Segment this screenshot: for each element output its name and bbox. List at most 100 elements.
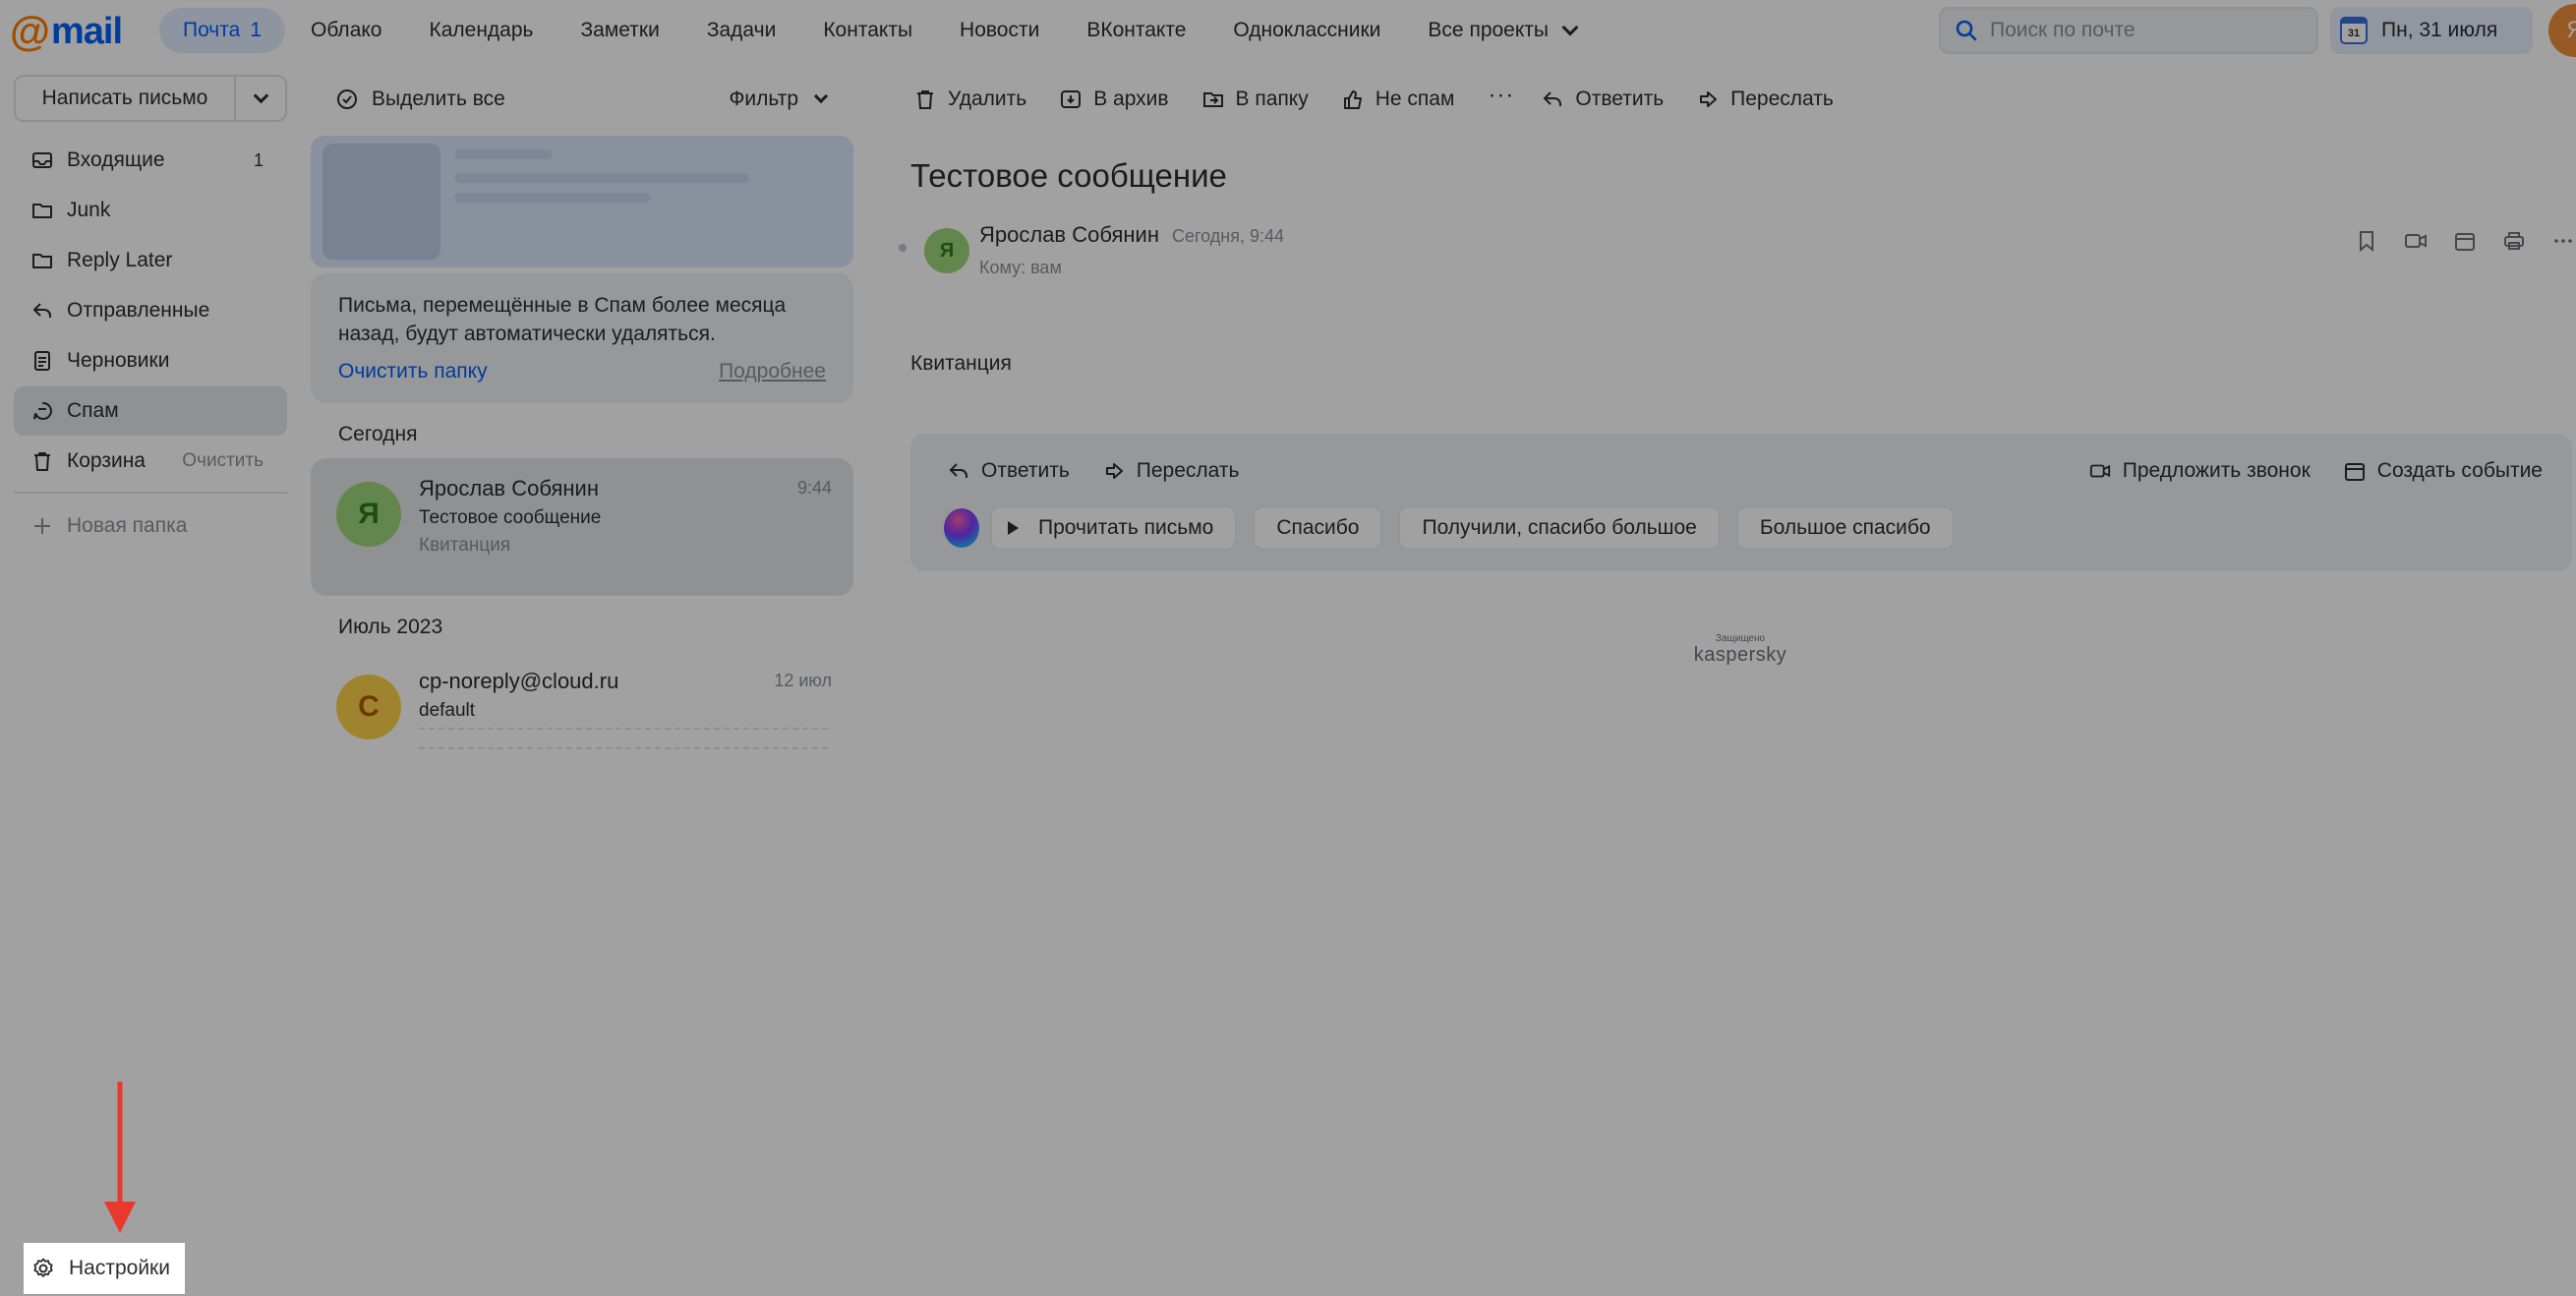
message-snippet-placeholder (419, 728, 828, 767)
nav-all-projects[interactable]: Все проекты (1404, 8, 1600, 53)
nav-ok[interactable]: Одноклассники (1209, 8, 1404, 53)
user-avatar[interactable]: Я (2548, 4, 2576, 57)
reply-button[interactable]: Ответить (948, 459, 1070, 483)
more-actions-button[interactable]: ··· (1488, 82, 1514, 109)
create-event-button[interactable]: Создать событие (2344, 459, 2543, 483)
read-aloud-button[interactable]: Прочитать письмо (991, 506, 1237, 550)
search-input[interactable] (1990, 19, 2305, 42)
folder-reply-later[interactable]: Reply Later (14, 236, 287, 285)
message-snippet: Квитанция (419, 535, 511, 556)
nav-contacts[interactable]: Контакты (799, 8, 936, 53)
suggest-call-label: Предложить звонок (2122, 459, 2311, 482)
folder-sent-label: Отправленные (67, 299, 210, 322)
assistant-orb-icon[interactable] (944, 508, 979, 548)
mail-logo[interactable]: @ mail (10, 8, 123, 55)
more-info-link[interactable]: Подробнее (719, 357, 826, 385)
ad-line (454, 173, 749, 183)
list-item[interactable]: C cp-noreply@cloud.ru default 12 июл (311, 651, 853, 789)
nav-notes[interactable]: Заметки (556, 8, 682, 53)
group-header: Июль 2023 (338, 616, 443, 638)
calendar-icon[interactable] (2452, 228, 2478, 254)
archive-button[interactable]: В архив (1060, 88, 1169, 111)
nav-cloud[interactable]: Облако (287, 8, 405, 53)
move-to-folder-button[interactable]: В папку (1202, 88, 1309, 111)
smart-replies: Прочитать письмо Спасибо Получили, спаси… (944, 506, 1971, 550)
empty-trash-button[interactable]: Очистить (182, 450, 263, 472)
forward-label: Переслать (1136, 459, 1240, 482)
chevron-down-icon (253, 88, 268, 103)
message-sender: Ярослав Собянин (419, 476, 599, 501)
nav-mail[interactable]: Почта 1 (159, 8, 286, 53)
play-icon (1008, 521, 1019, 535)
recipient[interactable]: Кому: вам (979, 258, 1062, 278)
bookmark-icon[interactable] (2354, 228, 2379, 254)
suggest-call-button[interactable]: Предложить звонок (2089, 459, 2311, 483)
nav-news[interactable]: Новости (936, 8, 1063, 53)
message-sender: cp-noreply@cloud.ru (419, 669, 619, 693)
select-all-button[interactable]: Выделить все (372, 88, 505, 111)
print-icon[interactable] (2501, 228, 2527, 254)
message-time: 9:44 (796, 478, 832, 498)
nav-mail-count: 1 (250, 19, 263, 41)
compose-dropdown-button[interactable] (236, 77, 285, 120)
chevron-down-icon (813, 88, 829, 104)
not-spam-button[interactable]: Не спам (1342, 88, 1454, 111)
create-event-label: Создать событие (2376, 459, 2543, 482)
message-subject: default (419, 700, 476, 721)
folder-inbox[interactable]: Входящие 1 (14, 136, 287, 185)
kaspersky-badge: Защищено kaspersky (1691, 633, 1789, 667)
reply-button[interactable]: Ответить (1542, 88, 1664, 111)
nav-tasks[interactable]: Задачи (683, 8, 800, 53)
unread-dot-icon[interactable] (899, 244, 907, 252)
folder-spam[interactable]: Спам (14, 386, 287, 436)
folder-reply-later-label: Reply Later (67, 249, 173, 271)
folder-drafts[interactable]: Черновики (14, 336, 287, 385)
folder-icon (31, 250, 53, 271)
logo-at: @ (10, 8, 50, 54)
filter-label: Фильтр (729, 88, 798, 110)
sent-time: Сегодня, 9:44 (1172, 226, 1285, 246)
nav-calendar[interactable]: Календарь (405, 8, 556, 53)
compose-control: Написать письмо (14, 75, 287, 122)
message-time: 12 июл (774, 671, 832, 690)
folder-sent[interactable]: Отправленные (14, 286, 287, 335)
folder-divider (14, 492, 287, 494)
more-icon[interactable] (2550, 228, 2576, 254)
sender-name[interactable]: Ярослав Собянин (979, 222, 1159, 248)
quick-reply-chip[interactable]: Получили, спасибо большое (1399, 506, 1720, 550)
message-list: Выделить все Фильтр Письма, перемещённые… (311, 75, 853, 783)
forward-label: Переслать (1730, 88, 1834, 110)
video-call-icon (2089, 460, 2111, 482)
nav-vk[interactable]: ВКонтакте (1063, 8, 1209, 53)
list-item[interactable]: Я Ярослав Собянин Тестовое сообщение Кви… (311, 458, 853, 596)
quick-reply-chip[interactable]: Спасибо (1254, 506, 1382, 550)
folder-junk[interactable]: Junk (14, 186, 287, 235)
video-call-icon[interactable] (2403, 228, 2429, 254)
reading-pane: Удалить В архив В папку Не спам ··· Отве… (865, 75, 2576, 666)
folder-trash[interactable]: Корзина Очистить (14, 437, 287, 486)
ad-banner-placeholder[interactable] (311, 136, 853, 267)
message-subject: Тестовое сообщение (419, 507, 602, 528)
protected-label: Защищено (1715, 633, 1766, 644)
compose-button[interactable]: Написать письмо (16, 77, 236, 120)
settings-button[interactable]: Настройки (24, 1243, 185, 1294)
top-bar: @ mail Почта 1 Облако Календарь Заметки … (0, 0, 2576, 61)
annotation-arrow-icon (98, 1080, 142, 1237)
gear-icon (31, 1257, 55, 1280)
select-all-checkbox-icon[interactable] (336, 88, 358, 110)
avatar: Я (336, 482, 401, 547)
filter-button[interactable]: Фильтр (729, 88, 829, 111)
clear-folder-link[interactable]: Очистить папку (338, 357, 488, 385)
message-body: Квитанция (910, 352, 1012, 375)
search-box[interactable] (1939, 7, 2318, 54)
chevron-down-icon (1561, 19, 1579, 36)
forward-button[interactable]: Переслать (1103, 459, 1240, 483)
new-folder-button[interactable]: Новая папка (14, 501, 287, 551)
delete-button[interactable]: Удалить (914, 88, 1026, 111)
quick-reply-chip[interactable]: Большое спасибо (1736, 506, 1954, 550)
archive-icon (1060, 88, 1082, 110)
forward-button[interactable]: Переслать (1697, 88, 1834, 111)
avatar[interactable]: Я (924, 228, 969, 273)
calendar-widget[interactable]: 31 Пн, 31 июля (2330, 7, 2533, 54)
ad-line (454, 193, 651, 203)
